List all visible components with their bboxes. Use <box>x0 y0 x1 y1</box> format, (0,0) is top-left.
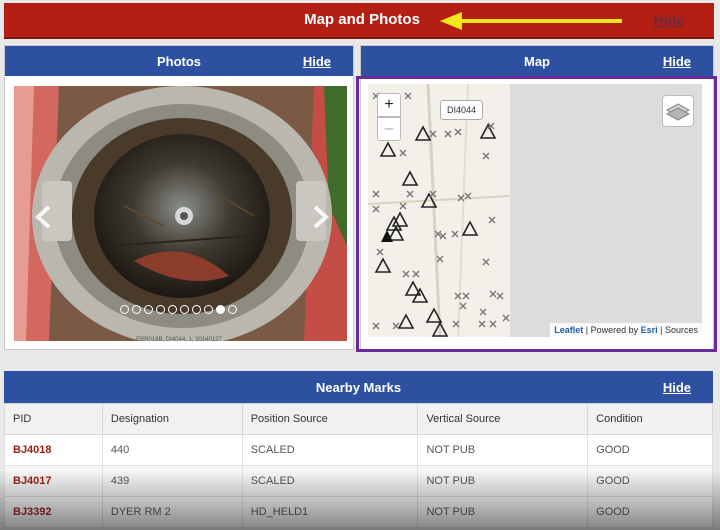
table-cell: SCALED <box>241 434 419 466</box>
photo-caption: EBR018B, DI4044, 1, 20140127 <box>136 337 222 343</box>
map-header: Map Hide <box>361 46 713 76</box>
table-cell: 439 <box>101 465 243 497</box>
photos-header: Photos Hide <box>5 46 353 76</box>
slide-indicator <box>120 301 250 314</box>
nearby-marks-header: Nearby Marks Hide <box>4 371 713 403</box>
photos-title: Photos <box>156 54 202 69</box>
column-header: Designation <box>101 403 243 435</box>
table-header-row: PID Designation Position Source Vertical So… <box>4 403 713 435</box>
table-cell: SCALED <box>241 465 419 497</box>
slide-dot[interactable] <box>168 305 177 314</box>
table-cell: HD_HELD1 <box>241 496 419 528</box>
nearby-marks-table: PID Designation Position Source Vertical So… <box>4 403 713 528</box>
slide-dot[interactable] <box>180 305 189 314</box>
table-cell: NOT PUB <box>417 434 589 466</box>
slide-dot[interactable] <box>156 305 165 314</box>
table-cell: 440 <box>101 434 243 466</box>
column-header: Condition <box>587 403 713 435</box>
pid-link[interactable]: BJ4017 <box>4 465 103 497</box>
table-cell: NOT PUB <box>417 496 589 528</box>
column-header: Vertical Source <box>417 403 589 435</box>
photos-panel: Photos Hide EBR018B, DI4044, 1, 20140127 <box>4 45 354 350</box>
photos-hide-link[interactable]: Hide <box>303 54 331 69</box>
map-hide-link[interactable]: Hide <box>663 54 691 69</box>
chevron-left-icon[interactable] <box>34 204 52 230</box>
map-highlight-box <box>356 76 717 352</box>
table-row: BJ4018 440 SCALED NOT PUB GOOD <box>4 434 713 466</box>
slide-dot[interactable] <box>192 305 201 314</box>
pid-link[interactable]: BJ3392 <box>4 496 103 528</box>
slide-dot[interactable] <box>216 305 225 314</box>
map-title: Map <box>524 54 550 69</box>
slide-dot[interactable] <box>120 305 129 314</box>
table-cell: GOOD <box>587 496 713 528</box>
photo-slide[interactable] <box>14 86 347 341</box>
table-row: BJ4017 439 SCALED NOT PUB GOOD <box>4 465 713 497</box>
table-row: BJ3392 DYER RM 2 HD_HELD1 NOT PUB GOOD <box>4 496 713 528</box>
nearby-marks-title: Nearby Marks <box>315 380 402 395</box>
table-cell: NOT PUB <box>417 465 589 497</box>
slide-dot[interactable] <box>144 305 153 314</box>
table-cell: DYER RM 2 <box>101 496 243 528</box>
chevron-right-icon[interactable] <box>312 204 330 230</box>
banner-hide-link[interactable]: Hide <box>654 12 684 28</box>
table-cell: GOOD <box>587 465 713 497</box>
slide-dot[interactable] <box>132 305 141 314</box>
nearby-marks-hide-link[interactable]: Hide <box>663 380 691 395</box>
yellow-arrow-annotation <box>440 12 622 30</box>
slide-dot[interactable] <box>228 305 237 314</box>
table-cell: GOOD <box>587 434 713 466</box>
pid-link[interactable]: BJ4018 <box>4 434 103 466</box>
column-header: PID <box>4 403 103 435</box>
slide-dot[interactable] <box>204 305 213 314</box>
column-header: Position Source <box>241 403 419 435</box>
